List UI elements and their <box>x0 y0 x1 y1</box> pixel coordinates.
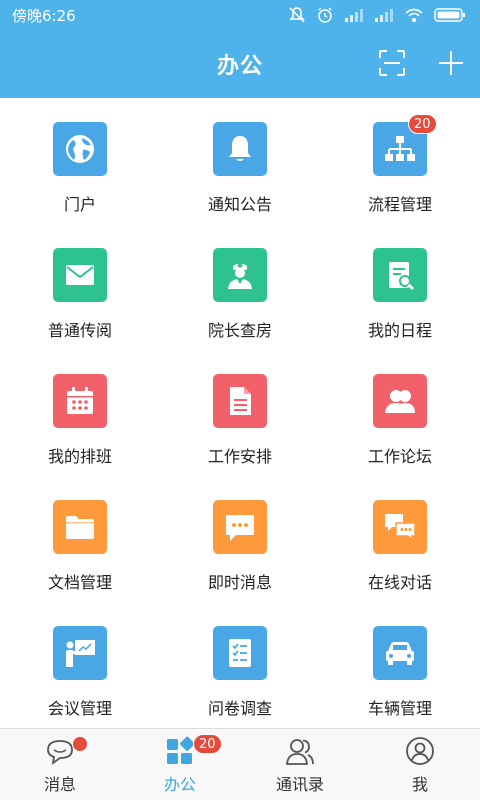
office-badge: 20 <box>193 734 222 754</box>
checklist-icon <box>213 626 267 680</box>
tile-label: 文档管理 <box>47 573 112 592</box>
battery-icon <box>434 8 465 22</box>
app-header: 办公 <box>0 30 480 98</box>
doctor-icon <box>213 248 267 302</box>
bell-icon <box>213 122 267 176</box>
document-icon <box>213 374 267 428</box>
tile-survey[interactable]: 问卷调查 <box>160 602 320 728</box>
tile-label: 即时消息 <box>207 573 272 592</box>
signal-icon <box>345 9 363 22</box>
dialog-icon <box>373 500 427 554</box>
presentation-icon <box>53 626 107 680</box>
tile-label: 门户 <box>63 195 96 214</box>
tile-label: 普通传阅 <box>47 321 112 340</box>
tile-label: 院长查房 <box>207 321 272 340</box>
bottom-tab-bar: 消息 20 办公 通讯录 我 <box>0 728 480 800</box>
message-icon <box>47 740 73 765</box>
tile-portal[interactable]: 门户 <box>0 98 160 224</box>
mail-icon <box>53 248 107 302</box>
status-time: 傍晚6:26 <box>12 6 76 25</box>
page-title: 办公 <box>216 54 263 79</box>
tile-work-plan[interactable]: 工作安排 <box>160 350 320 476</box>
alarm-icon <box>318 7 332 23</box>
tab-label: 通讯录 <box>275 775 324 794</box>
tile-workflow[interactable]: 20 流程管理 <box>320 98 480 224</box>
office-app-grid: 门户 通知公告 20 流程管理 普通传阅 院长查房 我的日程 我的排班 工作安排… <box>0 98 480 728</box>
tile-notice[interactable]: 通知公告 <box>160 98 320 224</box>
tile-label: 我的排班 <box>47 447 112 466</box>
workflow-badge: 20 <box>408 114 437 134</box>
tile-instant-message[interactable]: 即时消息 <box>160 476 320 602</box>
tile-my-shift[interactable]: 我的排班 <box>0 350 160 476</box>
tile-label: 我的日程 <box>367 321 432 340</box>
tab-contacts[interactable]: 通讯录 <box>240 729 360 800</box>
unread-dot <box>73 737 87 751</box>
tile-label: 在线对话 <box>367 573 432 592</box>
tile-label: 工作安排 <box>207 447 272 466</box>
scan-icon <box>379 50 405 76</box>
tile-label: 工作论坛 <box>367 447 432 466</box>
office-grid-icon <box>167 736 195 764</box>
scan-button[interactable] <box>377 48 407 78</box>
tile-my-schedule[interactable]: 我的日程 <box>320 224 480 350</box>
tab-label: 我 <box>411 775 428 794</box>
calendar-icon <box>53 374 107 428</box>
tile-online-chat[interactable]: 在线对话 <box>320 476 480 602</box>
globe-icon <box>53 122 107 176</box>
add-button[interactable] <box>436 48 466 78</box>
contacts-icon <box>286 739 314 765</box>
tile-label: 会议管理 <box>47 699 112 718</box>
signal-icon-2 <box>375 9 393 22</box>
notification-muted-icon <box>289 7 305 23</box>
tile-circulate[interactable]: 普通传阅 <box>0 224 160 350</box>
tile-documents[interactable]: 文档管理 <box>0 476 160 602</box>
status-bar: 傍晚6:26 <box>0 0 480 30</box>
tile-label: 流程管理 <box>367 195 432 214</box>
tile-ward-round[interactable]: 院长查房 <box>160 224 320 350</box>
car-icon <box>373 626 427 680</box>
tab-label: 消息 <box>43 775 76 794</box>
tile-forum[interactable]: 工作论坛 <box>320 350 480 476</box>
tile-label: 通知公告 <box>207 195 272 214</box>
tab-office[interactable]: 20 办公 <box>120 729 240 800</box>
tile-vehicle[interactable]: 车辆管理 <box>320 602 480 728</box>
tab-label: 办公 <box>163 775 196 794</box>
tile-meeting[interactable]: 会议管理 <box>0 602 160 728</box>
status-icons <box>288 6 466 24</box>
tab-me[interactable]: 我 <box>360 729 480 800</box>
tile-label: 问卷调查 <box>207 699 272 718</box>
schedule-doc-icon <box>373 248 427 302</box>
profile-icon <box>406 737 434 765</box>
tile-label: 车辆管理 <box>367 699 432 718</box>
folder-icon <box>53 500 107 554</box>
plus-icon <box>439 51 463 75</box>
tab-messages[interactable]: 消息 <box>0 729 120 800</box>
wifi-icon <box>405 8 423 22</box>
people-icon <box>373 374 427 428</box>
chat-bubble-icon <box>213 500 267 554</box>
